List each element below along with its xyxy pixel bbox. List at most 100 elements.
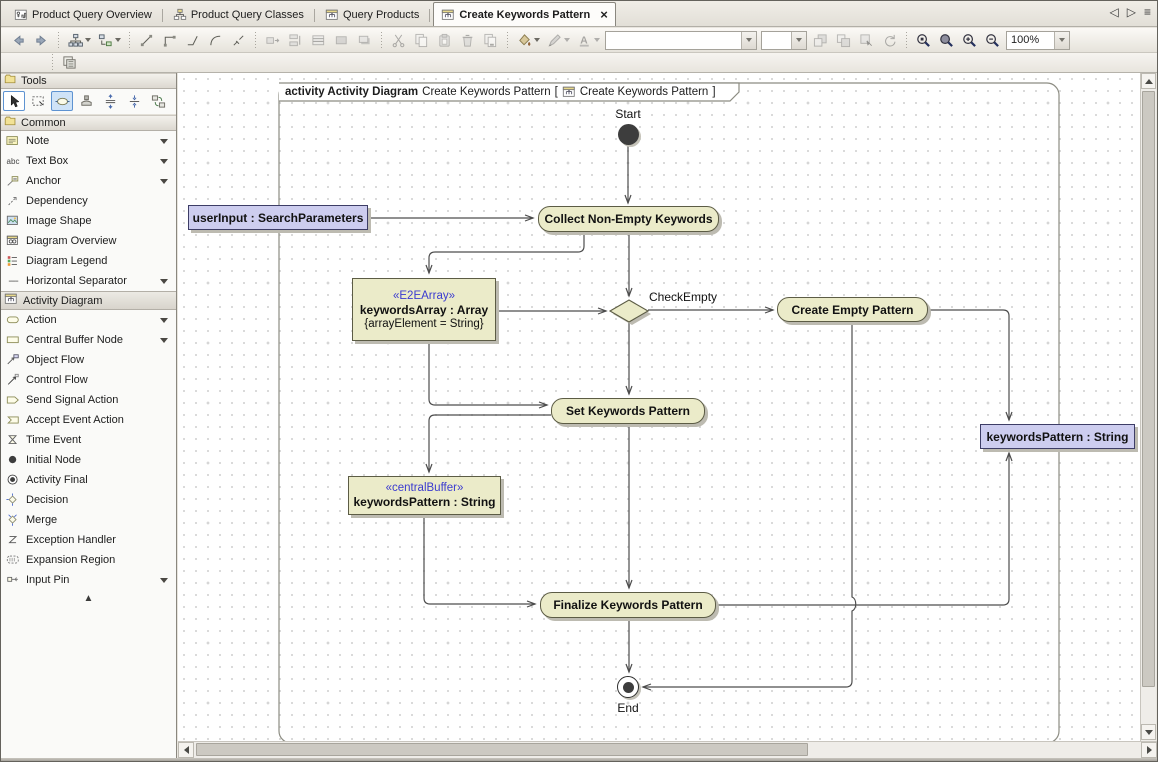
activity-diagram-section-header[interactable]: Activity Diagram — [1, 291, 176, 310]
tab-scroll-right-button[interactable]: ▷ — [1127, 5, 1136, 19]
palette-item-central-buffer-node[interactable]: Central Buffer Node — [1, 330, 176, 350]
central-buffer-keywordsarray[interactable]: «E2EArray» keywordsArray : Array {arrayE… — [352, 278, 496, 341]
action-set-keywords-pattern[interactable]: Set Keywords Pattern — [551, 398, 705, 424]
oblique-path-button[interactable] — [135, 30, 158, 51]
palette-item-action[interactable]: Action — [1, 310, 176, 330]
zoom-in-button[interactable] — [958, 30, 981, 51]
palette-item-expansion-region[interactable]: Expansion Region — [1, 550, 176, 570]
chevron-down-icon[interactable] — [160, 338, 168, 343]
bent-path-button[interactable] — [181, 30, 204, 51]
horizontal-scrollbar[interactable] — [178, 741, 1158, 758]
selection-tool[interactable] — [3, 91, 25, 111]
delete-button[interactable] — [456, 30, 479, 51]
object-node-keywordspattern[interactable]: keywordsPattern : String — [980, 424, 1135, 449]
compress-vertical-tool[interactable] — [123, 91, 145, 111]
chevron-down-icon[interactable] — [160, 279, 168, 284]
vertical-scrollbar[interactable] — [1140, 73, 1156, 741]
same-size-button[interactable] — [284, 30, 307, 51]
chevron-down-icon[interactable] — [160, 139, 168, 144]
font-color-button[interactable]: A — [573, 30, 603, 51]
quick-layout-button[interactable] — [94, 30, 124, 51]
palette-item-control-flow[interactable]: Control Flow — [1, 370, 176, 390]
palette-item-initial-node[interactable]: Initial Node — [1, 450, 176, 470]
to-back-button[interactable] — [832, 30, 855, 51]
tools-section-header[interactable]: Tools — [1, 73, 176, 89]
tab-product-query-classes[interactable]: Product Query Classes — [166, 4, 311, 26]
palette-scroll-up-button[interactable]: ▲ — [1, 590, 176, 604]
cut-button[interactable] — [387, 30, 410, 51]
scroll-right-button[interactable] — [1141, 742, 1157, 758]
distribute-vertical-tool[interactable] — [99, 91, 121, 111]
layout-tree-button[interactable] — [64, 30, 94, 51]
palette-item-text-box[interactable]: abcText Box — [1, 151, 176, 171]
fill-color-button[interactable] — [513, 30, 543, 51]
central-buffer-keywordspattern[interactable]: «centralBuffer» keywordsPattern : String — [348, 476, 501, 515]
palette-item-merge[interactable]: Merge — [1, 510, 176, 530]
chevron-down-icon[interactable] — [1054, 32, 1069, 49]
font-size-combo[interactable] — [761, 31, 807, 50]
lasso-selection-tool[interactable] — [27, 91, 49, 111]
compartments-button[interactable] — [307, 30, 330, 51]
palette-item-object-flow[interactable]: Object Flow — [1, 350, 176, 370]
link-tool[interactable] — [51, 91, 73, 111]
action-create-empty-pattern[interactable]: Create Empty Pattern — [777, 297, 928, 322]
palette-item-input-pin[interactable]: Input Pin — [1, 570, 176, 590]
copy-format-button[interactable] — [479, 30, 502, 51]
edge-centralbuffer-to-finalize[interactable] — [424, 515, 535, 604]
autosize-button[interactable] — [261, 30, 284, 51]
palette-item-send-signal-action[interactable]: Send Signal Action — [1, 390, 176, 410]
shadow-button[interactable] — [353, 30, 376, 51]
horizontal-scroll-thumb[interactable] — [196, 743, 808, 756]
scroll-left-button[interactable] — [178, 742, 194, 758]
palette-item-diagram-overview[interactable]: Diagram Overview — [1, 231, 176, 251]
chevron-down-icon[interactable] — [160, 159, 168, 164]
initial-node[interactable] — [618, 124, 639, 145]
object-node-userinput[interactable]: userInput : SearchParameters — [188, 205, 368, 230]
to-front-button[interactable] — [809, 30, 832, 51]
zoom-fit-button[interactable] — [935, 30, 958, 51]
palette-item-accept-event-action[interactable]: Accept Event Action — [1, 410, 176, 430]
font-family-combo[interactable] — [605, 31, 757, 50]
swap-elements-tool[interactable] — [147, 91, 169, 111]
scroll-down-button[interactable] — [1141, 724, 1156, 740]
tab-product-query-overview[interactable]: Product Query Overview — [7, 4, 159, 26]
common-section-header[interactable]: Common — [1, 115, 176, 131]
tab-list-button[interactable]: ≡ — [1144, 5, 1151, 19]
tab-create-keywords-pattern[interactable]: Create Keywords Pattern× — [433, 2, 615, 26]
palette-item-anchor[interactable]: Anchor — [1, 171, 176, 191]
paste-button[interactable] — [433, 30, 456, 51]
curved-path-button[interactable] — [204, 30, 227, 51]
sticky-tool[interactable] — [75, 91, 97, 111]
palette-item-time-event[interactable]: Time Event — [1, 430, 176, 450]
palette-item-exception-handler[interactable]: Exception Handler — [1, 530, 176, 550]
chevron-down-icon[interactable] — [160, 318, 168, 323]
pen-color-button[interactable] — [543, 30, 573, 51]
swimlanes-button[interactable] — [58, 52, 81, 73]
edge-createempty-to-keywordspattern[interactable] — [928, 310, 1009, 420]
edge-collect-to-keywordsarray[interactable] — [429, 232, 584, 273]
edge-finalize-to-keywordspattern[interactable] — [716, 453, 1009, 605]
show-fill-button[interactable] — [330, 30, 353, 51]
palette-item-diagram-legend[interactable]: Diagram Legend — [1, 251, 176, 271]
vertical-scroll-thumb[interactable] — [1142, 91, 1155, 687]
zoom-out-button[interactable] — [981, 30, 1004, 51]
chevron-down-icon[interactable] — [160, 179, 168, 184]
chevron-down-icon[interactable] — [791, 32, 806, 49]
edge-keywordsarray-to-setkeywords[interactable] — [429, 341, 547, 405]
chevron-down-icon[interactable] — [160, 578, 168, 583]
forward-button[interactable] — [30, 30, 53, 51]
palette-item-decision[interactable]: Decision — [1, 490, 176, 510]
zoom-combo[interactable]: 100% — [1006, 31, 1070, 50]
edge-createempty-to-end[interactable] — [643, 322, 856, 687]
path-break-button[interactable] — [227, 30, 250, 51]
select-in-tree-button[interactable] — [855, 30, 878, 51]
zoom-actual-button[interactable] — [912, 30, 935, 51]
palette-item-image-shape[interactable]: Image Shape — [1, 211, 176, 231]
diagram-canvas[interactable]: activity Activity Diagram Create Keyword… — [178, 73, 1142, 741]
rectilinear-path-button[interactable] — [158, 30, 181, 51]
repaint-button[interactable] — [878, 30, 901, 51]
chevron-down-icon[interactable] — [741, 32, 756, 49]
scroll-up-button[interactable] — [1141, 73, 1156, 89]
palette-item-activity-final[interactable]: Activity Final — [1, 470, 176, 490]
activity-final-node[interactable] — [617, 676, 639, 698]
